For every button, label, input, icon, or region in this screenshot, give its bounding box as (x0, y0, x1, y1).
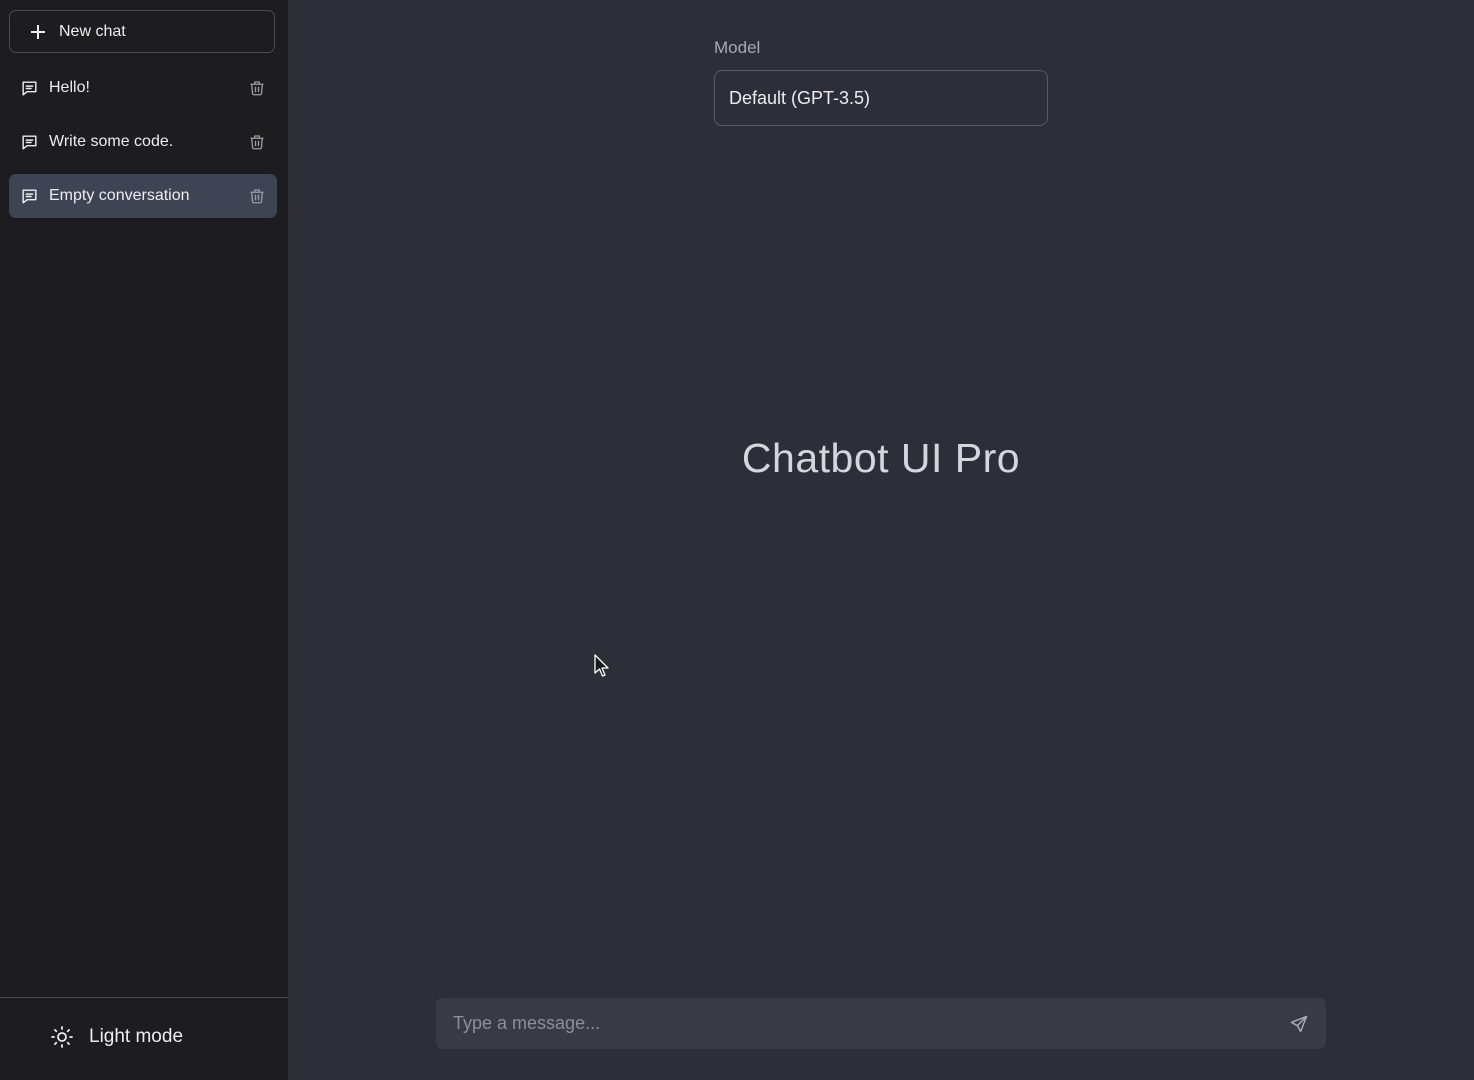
chat-bubble-icon (22, 188, 37, 204)
chat-bubble-icon (22, 80, 37, 96)
light-mode-label: Light mode (89, 1026, 184, 1047)
sun-icon (51, 1026, 73, 1048)
sidebar: New chat Hello! Write some code. Empty c… (0, 0, 288, 1080)
page-title: Chatbot UI Pro (741, 435, 1021, 481)
trash-icon[interactable] (248, 133, 266, 151)
trash-icon[interactable] (248, 187, 266, 205)
model-select-value: Default (GPT-3.5) (729, 87, 871, 108)
model-select[interactable]: Default (GPT-3.5) (714, 70, 1048, 126)
message-composer (436, 998, 1326, 1049)
conversation-label: Empty conversation (49, 187, 190, 204)
model-label: Model (714, 38, 761, 57)
conversation-item-hello[interactable]: Hello! (9, 66, 277, 110)
chat-bubble-icon (22, 134, 37, 150)
main-panel: Model Default (GPT-3.5) Chatbot UI Pro (288, 0, 1474, 1080)
send-icon[interactable] (1289, 1014, 1309, 1034)
trash-icon[interactable] (248, 79, 266, 97)
mouse-cursor-icon (594, 654, 609, 677)
conversation-item-write-code[interactable]: Write some code. (9, 120, 277, 164)
plus-icon (31, 24, 45, 39)
conversation-item-empty[interactable]: Empty conversation (9, 174, 277, 218)
message-input[interactable] (436, 1012, 1289, 1035)
sidebar-footer: Light mode (0, 997, 288, 1080)
conversation-label: Hello! (49, 79, 90, 96)
app-window: New chat Hello! Write some code. Empty c… (0, 0, 1474, 1080)
new-chat-label: New chat (59, 22, 126, 40)
light-mode-button[interactable]: Light mode (50, 1025, 183, 1049)
new-chat-button[interactable]: New chat (9, 10, 275, 53)
conversation-label: Write some code. (49, 133, 174, 150)
